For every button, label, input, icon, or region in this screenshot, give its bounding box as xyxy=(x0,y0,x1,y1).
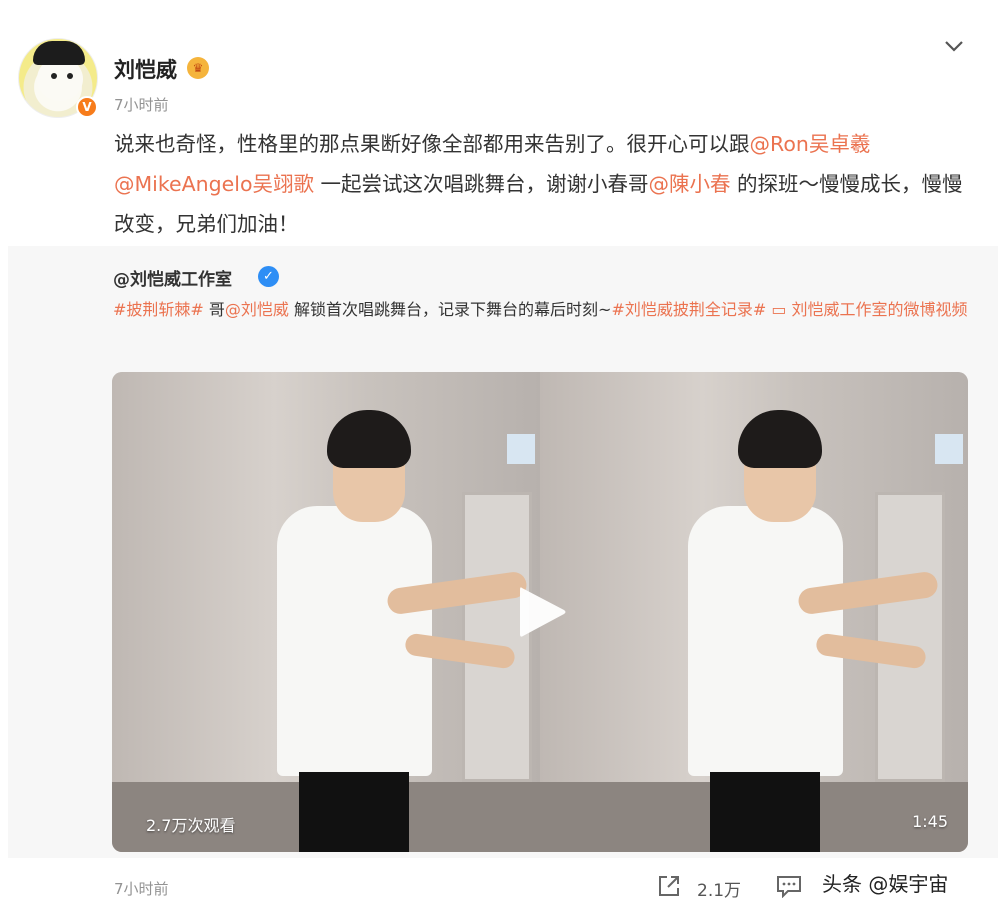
post-text-part: 一起尝试这次唱跳舞台，谢谢小春哥 xyxy=(314,172,649,196)
video-duration: 1:45 xyxy=(912,812,948,831)
watermark: 头条 @娱宇宙 xyxy=(822,872,949,896)
weibo-post: V 刘恺威 ♛ 7小时前 说来也奇怪，性格里的那点果断好像全部都用来告别了。很开… xyxy=(0,0,1005,918)
blue-verified-icon: ✓ xyxy=(258,266,279,287)
mention-link[interactable]: @陳小春 xyxy=(649,172,731,196)
video-frame-right xyxy=(540,372,968,852)
avatar[interactable]: V xyxy=(18,38,98,118)
play-icon[interactable] xyxy=(516,584,568,640)
repost-author[interactable]: @刘恺威工作室 xyxy=(113,265,232,290)
chevron-down-icon[interactable] xyxy=(940,32,968,60)
post-text-part: 说来也奇怪，性格里的那点果断好像全部都用来告别了。很开心可以跟 xyxy=(114,132,750,156)
mention-link[interactable]: @刘恺威 xyxy=(225,300,289,319)
username[interactable]: 刘恺威 xyxy=(114,54,177,84)
crown-icon: ♛ xyxy=(187,57,209,79)
video-link[interactable]: ▭ 刘恺威工作室的微博视频 xyxy=(766,300,967,319)
comment-icon[interactable] xyxy=(776,874,802,898)
repost-card[interactable]: @刘恺威工作室 ✓ #披荆斩棘# 哥@刘恺威 解锁首次唱跳舞台，记录下舞台的幕后… xyxy=(8,246,998,858)
repost-time: 7小时前 xyxy=(114,880,169,898)
share-count[interactable]: 2.1万 xyxy=(697,876,741,901)
share-icon[interactable] xyxy=(656,873,682,899)
verified-orange-icon: V xyxy=(76,96,98,118)
repost-text: #披荆斩棘# 哥@刘恺威 解锁首次唱跳舞台，记录下舞台的幕后时刻~#刘恺威披荆全… xyxy=(113,294,973,325)
mention-link[interactable]: @MikeAngelo吴翊歌 xyxy=(114,172,314,196)
repost-text-part: 哥 xyxy=(203,300,225,319)
hashtag-link[interactable]: #刘恺威披荆全记录# xyxy=(611,300,766,319)
post-time: 7小时前 xyxy=(114,96,169,114)
hashtag-link[interactable]: #披荆斩棘# xyxy=(113,300,204,319)
repost-text-part: 解锁首次唱跳舞台，记录下舞台的幕后时刻~ xyxy=(288,300,612,319)
view-count: 2.7万次观看 xyxy=(146,816,236,835)
mention-link[interactable]: @Ron吴卓羲 xyxy=(750,132,871,156)
video-player[interactable]: 2.7万次观看 1:45 xyxy=(112,372,968,852)
video-frame-left xyxy=(112,372,540,852)
post-text: 说来也奇怪，性格里的那点果断好像全部都用来告别了。很开心可以跟@Ron吴卓羲 @M… xyxy=(114,124,964,244)
